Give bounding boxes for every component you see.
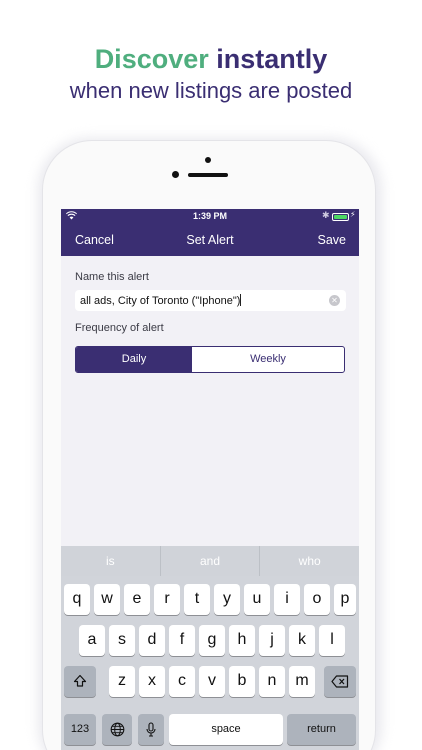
key-o[interactable]: o [304, 584, 330, 615]
speaker-grille [188, 173, 228, 177]
battery-icon [332, 213, 349, 221]
key-k[interactable]: k [289, 625, 315, 656]
key-y[interactable]: y [214, 584, 240, 615]
key-w[interactable]: w [94, 584, 120, 615]
globe-key[interactable] [102, 714, 132, 745]
predictive-bar: is and who [61, 546, 359, 576]
headline-highlight: Discover [94, 44, 209, 74]
key-d[interactable]: d [139, 625, 165, 656]
key-j[interactable]: j [259, 625, 285, 656]
key-e[interactable]: e [124, 584, 150, 615]
key-l[interactable]: l [319, 625, 345, 656]
alert-name-label: Name this alert [75, 271, 149, 283]
return-key[interactable]: return [287, 714, 356, 745]
prediction-item[interactable]: who [260, 546, 359, 576]
key-f[interactable]: f [169, 625, 195, 656]
space-key[interactable]: space [169, 714, 283, 745]
prediction-item[interactable]: is [61, 546, 161, 576]
navigation-bar: Cancel Set Alert Save [61, 225, 359, 256]
key-z[interactable]: z [109, 666, 135, 697]
segment-weekly[interactable]: Weekly [192, 347, 344, 372]
key-c[interactable]: c [169, 666, 195, 697]
page-title: Set Alert [186, 233, 234, 247]
key-u[interactable]: u [244, 584, 270, 615]
phone-screen: 1:39 PM ✱ ⚡ Cancel Set Alert Save Name t… [61, 209, 359, 750]
shift-key[interactable] [64, 666, 96, 697]
key-a[interactable]: a [79, 625, 105, 656]
shift-icon [73, 674, 87, 687]
status-bar: 1:39 PM ✱ ⚡ [61, 209, 359, 225]
key-q[interactable]: q [64, 584, 90, 615]
headline: Discover instantly [0, 42, 422, 76]
frequency-label: Frequency of alert [75, 322, 164, 334]
key-p[interactable]: p [334, 584, 356, 615]
frequency-segmented-control: Daily Weekly [75, 346, 345, 373]
status-time: 1:39 PM [192, 211, 227, 221]
keyboard: is and who q w e r t y u i o p a s d f g… [61, 546, 359, 750]
segment-daily[interactable]: Daily [76, 347, 192, 372]
key-r[interactable]: r [154, 584, 180, 615]
backspace-key[interactable] [324, 666, 356, 697]
backspace-icon [331, 675, 349, 688]
key-g[interactable]: g [199, 625, 225, 656]
alert-name-input[interactable]: all ads, City of Toronto ("Iphone") ✕ [75, 290, 346, 311]
subheadline: when new listings are posted [69, 78, 353, 103]
sensor-icon [172, 171, 179, 178]
numbers-key[interactable]: 123 [64, 714, 96, 745]
key-b[interactable]: b [229, 666, 255, 697]
save-button[interactable]: Save [318, 233, 347, 247]
prediction-item[interactable]: and [161, 546, 261, 576]
key-x[interactable]: x [139, 666, 165, 697]
alert-name-value: all ads, City of Toronto ("Iphone") [80, 295, 241, 307]
bluetooth-icon: ✱ [322, 210, 330, 220]
clear-icon[interactable]: ✕ [329, 295, 340, 306]
key-t[interactable]: t [184, 584, 210, 615]
globe-icon [110, 722, 124, 737]
text-caret [240, 294, 242, 306]
key-v[interactable]: v [199, 666, 225, 697]
key-n[interactable]: n [259, 666, 285, 697]
key-m[interactable]: m [289, 666, 315, 697]
charging-icon: ⚡ [350, 210, 356, 219]
microphone-icon [146, 722, 156, 737]
key-s[interactable]: s [109, 625, 135, 656]
key-h[interactable]: h [229, 625, 255, 656]
key-i[interactable]: i [274, 584, 300, 615]
microphone-key[interactable] [138, 714, 164, 745]
camera-icon [205, 157, 211, 163]
app-store-screenshot: Discover instantly when new listings are… [0, 0, 422, 750]
headline-rest: instantly [216, 44, 328, 74]
